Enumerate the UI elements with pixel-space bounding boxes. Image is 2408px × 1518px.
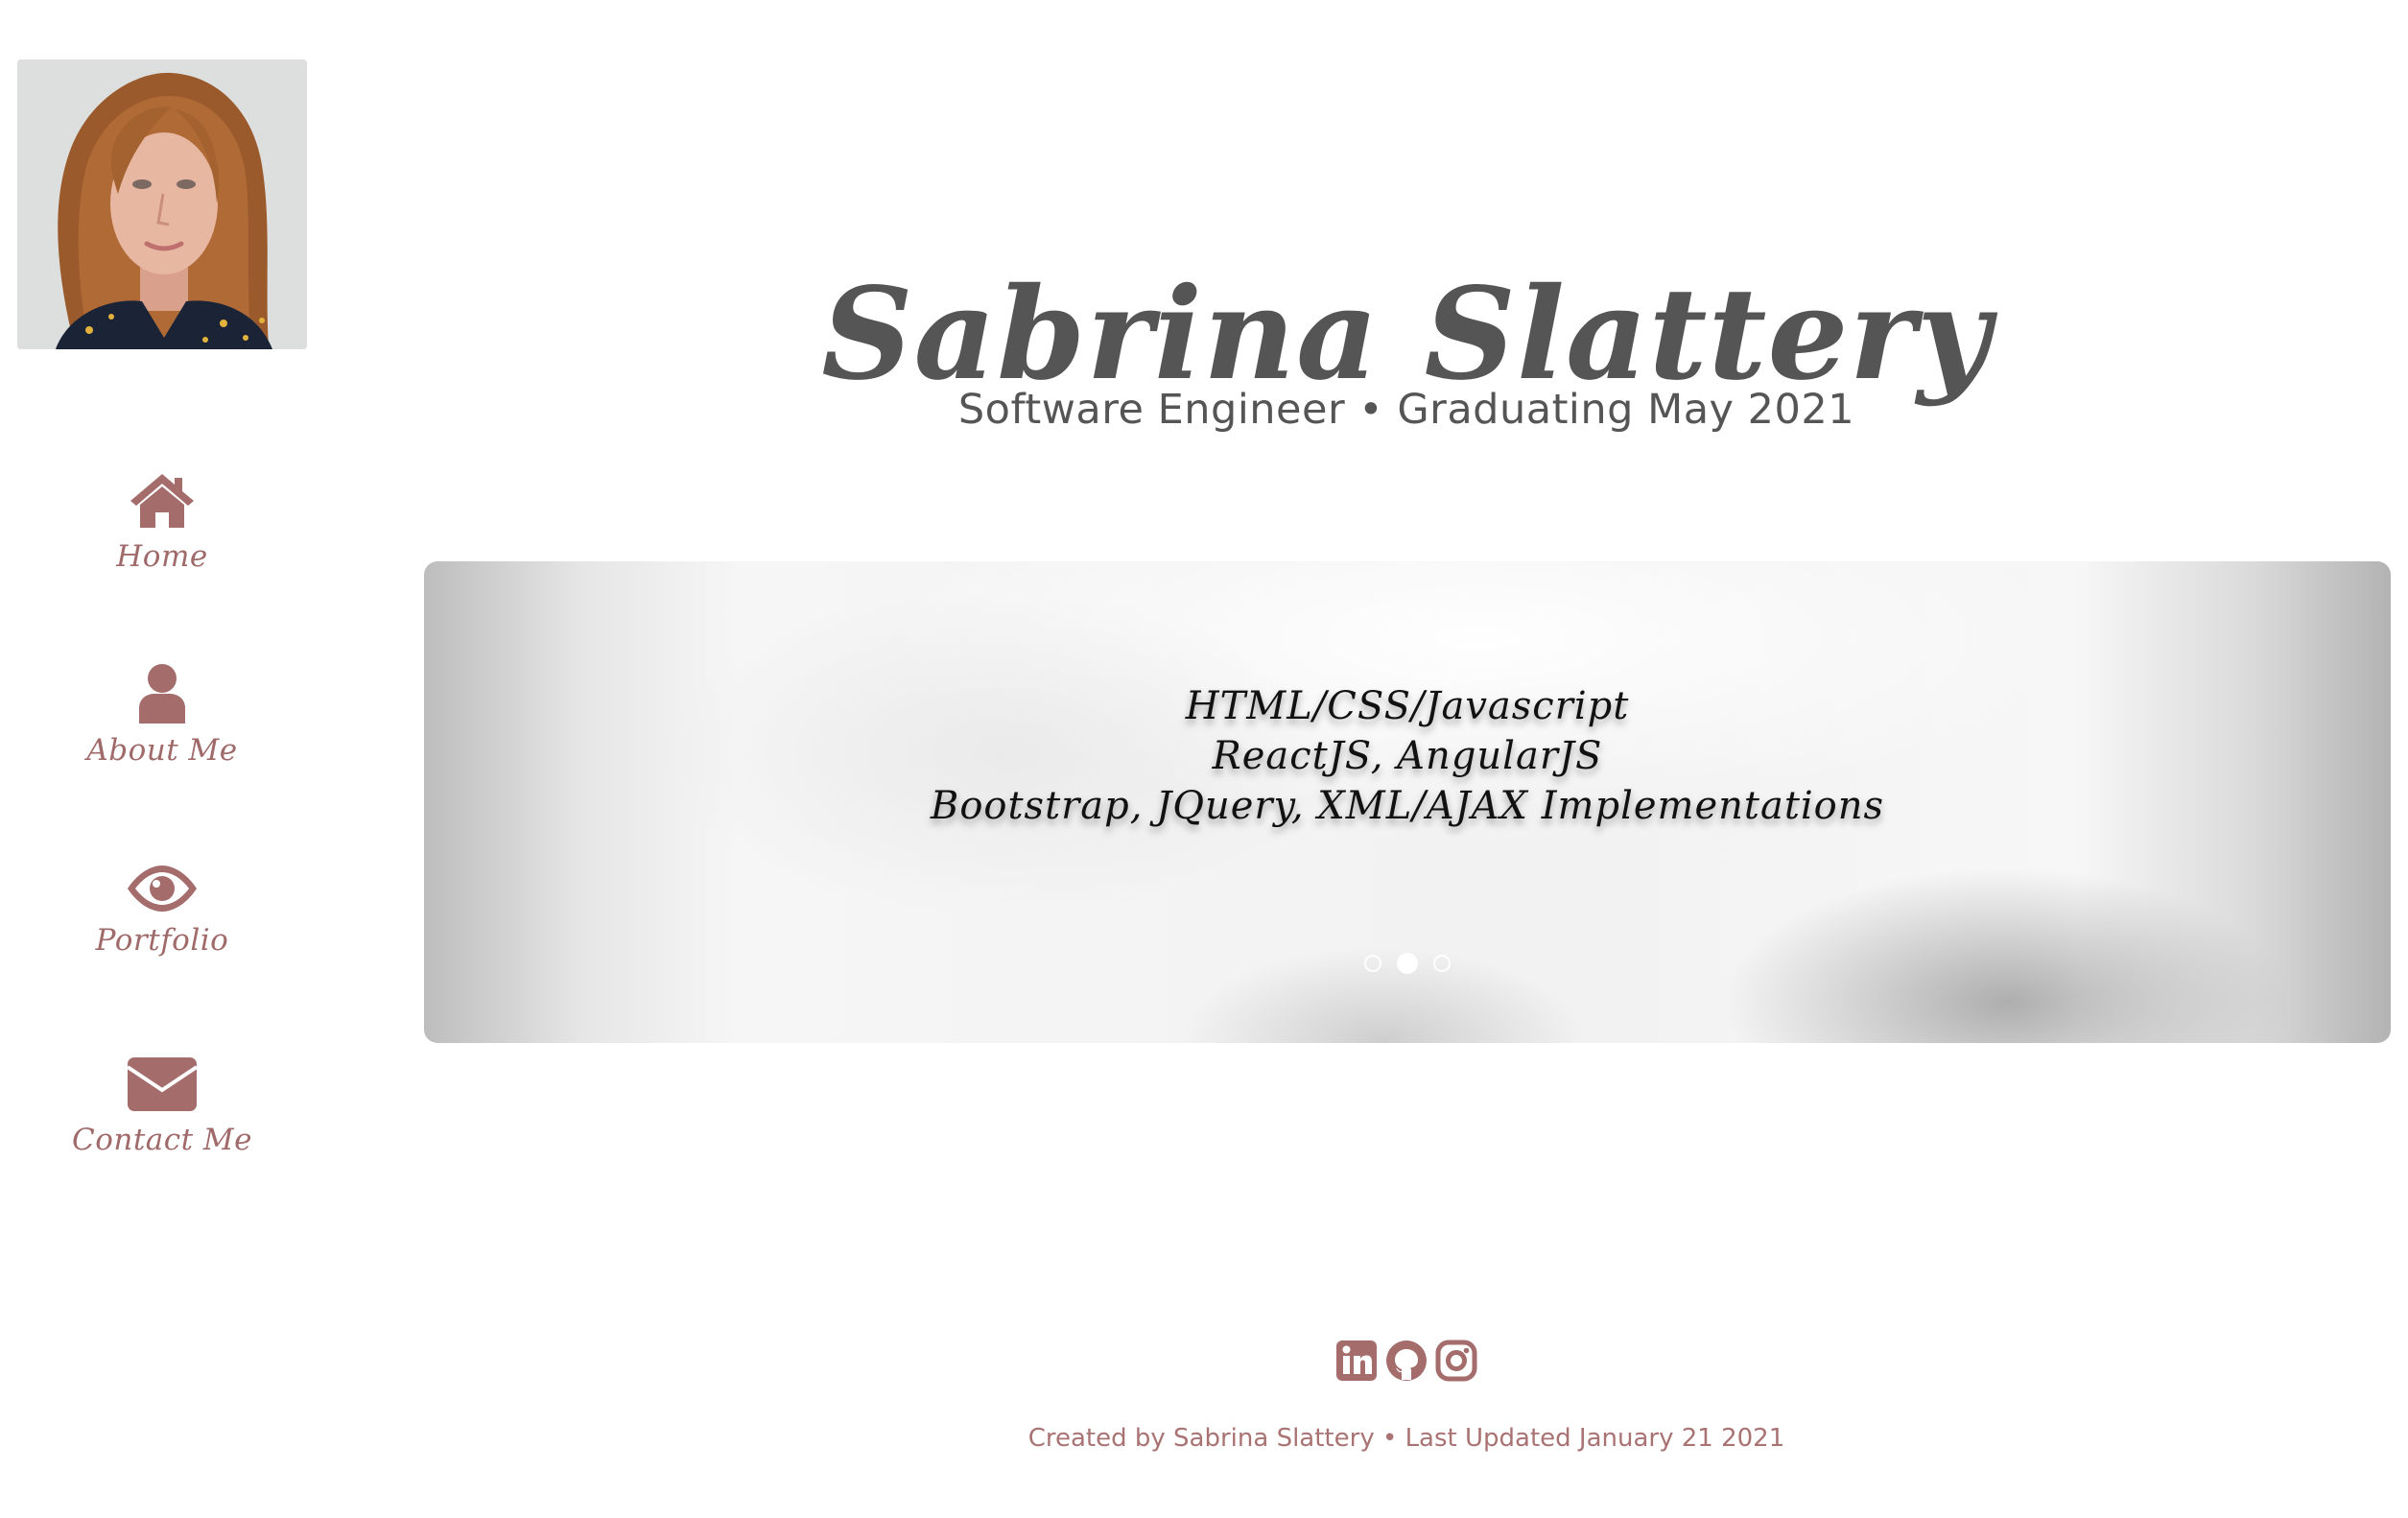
sidebar: Home About Me Portfolio Contact Me [0, 0, 326, 1518]
carousel-caption: HTML/CSS/Javascript ReactJS, AngularJS B… [424, 681, 2391, 831]
carousel-dot-2[interactable] [1397, 953, 1418, 974]
carousel-line: Bootstrap, JQuery, XML/AJAX Implementati… [930, 784, 1885, 828]
instagram-icon [1435, 1340, 1477, 1382]
nav-label-portfolio: Portfolio [95, 923, 229, 958]
nav-label-contact: Contact Me [71, 1123, 253, 1157]
social-links [422, 1340, 2391, 1382]
user-icon [139, 664, 185, 723]
page-subtitle: Software Engineer • Graduating May 2021 [957, 386, 1855, 434]
page: Home About Me Portfolio Contact Me Sabri… [0, 0, 2408, 1518]
carousel-line: ReactJS, AngularJS [1212, 734, 1603, 778]
nav-item-portfolio[interactable]: Portfolio [17, 864, 307, 958]
envelope-icon [126, 1057, 199, 1111]
linkedin-icon [1336, 1340, 1377, 1381]
nav-label-about: About Me [86, 733, 238, 768]
avatar-photo [17, 59, 307, 349]
github-icon [1386, 1340, 1427, 1381]
carousel-line: HTML/CSS/Javascript [1185, 684, 1630, 728]
nav-item-about[interactable]: About Me [17, 662, 307, 768]
carousel-dot-1[interactable] [1364, 955, 1381, 972]
nav-label-home: Home [116, 539, 208, 574]
skills-carousel[interactable]: HTML/CSS/Javascript ReactJS, AngularJS B… [424, 561, 2391, 1043]
eye-icon [128, 866, 197, 912]
avatar [17, 59, 307, 349]
carousel-dot-3[interactable] [1433, 955, 1451, 972]
instagram-link[interactable] [1435, 1340, 1477, 1382]
linkedin-link[interactable] [1335, 1340, 1378, 1382]
github-link[interactable] [1385, 1340, 1428, 1382]
carousel-indicators [424, 953, 2391, 974]
nav-item-contact[interactable]: Contact Me [17, 1055, 307, 1157]
page-title: Sabrina Slattery [821, 260, 1992, 410]
nav-item-home[interactable]: Home [17, 470, 307, 574]
home-icon [130, 474, 194, 528]
footer-credit: Created by Sabrina Slattery • Last Updat… [1027, 1424, 1785, 1453]
